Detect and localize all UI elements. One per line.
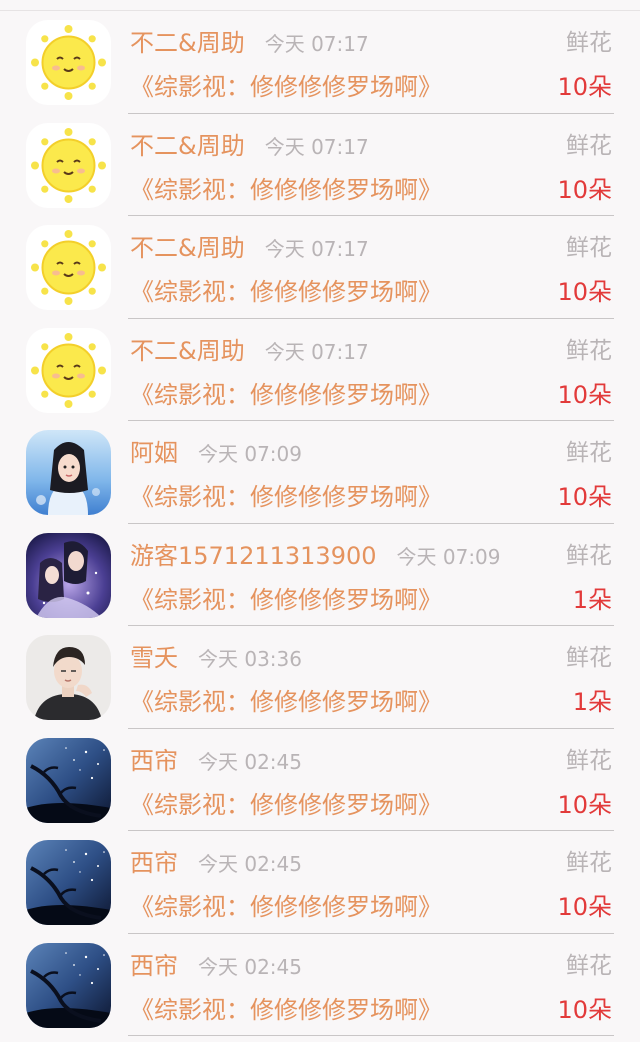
timestamp: 今天 03:36	[198, 647, 302, 671]
gift-type-label: 鲜花	[566, 952, 612, 979]
sun-avatar[interactable]	[26, 20, 111, 105]
book-title-link[interactable]: 《综影视：修修修修罗场啊》	[130, 174, 442, 206]
user-name[interactable]: 阿姻	[130, 437, 178, 469]
timestamp: 今天 07:17	[264, 134, 369, 159]
list-item[interactable]: 西帘 今天 02:45 鲜花《综影视：修修修修罗场啊》 10朵	[0, 729, 640, 831]
user-name[interactable]: 游客1571211313900	[130, 540, 377, 572]
book-title-link[interactable]: 《综影视：修修修修罗场啊》	[130, 994, 442, 1026]
user-name[interactable]: 不二&周助	[130, 335, 245, 367]
flower-record-list: 不二&周助 今天 07:17 鲜花 《综影视：修修修修罗场啊》 10朵 不二&周助 今天 …	[0, 11, 640, 1036]
man-avatar[interactable]	[26, 635, 111, 720]
gift-type-label: 鲜花	[566, 850, 612, 876]
night-sky-avatar[interactable]	[26, 840, 111, 925]
sun-avatar[interactable]	[26, 122, 111, 208]
night-sky-avatar[interactable]	[26, 737, 111, 823]
gift-type-label: 鲜花	[566, 235, 612, 261]
gift-type-label: 鲜花	[566, 747, 612, 774]
sun-avatar[interactable]	[26, 225, 111, 310]
user-name[interactable]: 不二&周助	[130, 232, 245, 264]
gift-type-label: 鲜花	[566, 132, 612, 159]
book-title-link[interactable]: 《综影视：修修修修罗场啊》	[130, 379, 442, 411]
list-item[interactable]: 不二&周助 今天 07:17 鲜花《综影视：修修修修罗场啊》 10朵	[0, 216, 640, 319]
flower-count: 10朵	[557, 175, 612, 204]
book-title-link[interactable]: 《综影视：修修修修罗场啊》	[130, 276, 442, 308]
timestamp: 今天 07:09	[198, 442, 302, 466]
timestamp: 今天 02:45	[198, 954, 302, 979]
book-title-link[interactable]: 《综影视：修修修修罗场啊》	[130, 584, 442, 616]
user-name[interactable]: 不二&周助	[130, 27, 245, 59]
timestamp: 今天 07:09	[396, 544, 501, 569]
flower-count: 10朵	[557, 483, 612, 511]
gift-type-label: 鲜花	[566, 30, 612, 56]
list-item[interactable]: 阿姻 今天 07:09 鲜花《综影视：修修修修罗场啊》 10朵	[0, 421, 640, 524]
book-title-link[interactable]: 《综影视：修修修修罗场啊》	[130, 789, 442, 821]
list-item[interactable]: 不二&周助 今天 07:17 鲜花《综影视：修修修修罗场啊》 10朵	[0, 11, 640, 114]
book-title-link[interactable]: 《综影视：修修修修罗场啊》	[130, 71, 442, 103]
user-name[interactable]: 西帘	[130, 745, 178, 777]
timestamp: 今天 07:17	[264, 237, 369, 261]
timestamp: 今天 02:45	[198, 852, 302, 876]
flower-count: 1朵	[572, 585, 612, 614]
book-title-link[interactable]: 《综影视：修修修修罗场啊》	[130, 686, 442, 718]
row-divider	[128, 1035, 614, 1036]
list-item[interactable]: 不二&周助 今天 07:17 鲜花《综影视：修修修修罗场啊》 10朵	[0, 114, 640, 216]
night-sky-avatar[interactable]	[26, 942, 111, 1028]
timestamp: 今天 07:17	[264, 32, 369, 56]
list-item[interactable]: 不二&周助 今天 07:17 鲜花《综影视：修修修修罗场啊》 10朵	[0, 319, 640, 421]
sun-avatar[interactable]	[26, 327, 111, 413]
book-title-link[interactable]: 《综影视：修修修修罗场啊》	[130, 481, 442, 513]
user-name[interactable]: 西帘	[130, 950, 178, 982]
flower-count: 10朵	[557, 995, 612, 1024]
gift-type-label: 鲜花	[566, 337, 612, 364]
flower-count: 10朵	[557, 380, 612, 409]
gift-type-label: 鲜花	[566, 645, 612, 671]
girl-avatar[interactable]	[26, 430, 111, 515]
timestamp: 今天 02:45	[198, 749, 302, 774]
flower-count: 10朵	[557, 73, 612, 101]
flower-count: 10朵	[557, 790, 612, 819]
couple-avatar[interactable]	[26, 532, 111, 618]
book-title-link[interactable]: 《综影视：修修修修罗场啊》	[130, 891, 442, 923]
flower-count: 10朵	[557, 278, 612, 306]
user-name[interactable]: 不二&周助	[130, 130, 245, 162]
user-name[interactable]: 西帘	[130, 847, 178, 879]
list-item[interactable]: 游客1571211313900 今天 07:09 鲜花《综影视：修修修修罗场啊》 1朵	[0, 524, 640, 626]
user-name[interactable]: 雪夭	[130, 642, 178, 674]
gift-type-label: 鲜花	[566, 542, 612, 569]
list-item[interactable]: 西帘 今天 02:45 鲜花《综影视：修修修修罗场啊》 10朵	[0, 831, 640, 934]
list-item[interactable]: 西帘 今天 02:45 鲜花《综影视：修修修修罗场啊》 10朵	[0, 934, 640, 1036]
flower-count: 1朵	[572, 688, 612, 716]
list-item[interactable]: 雪夭 今天 03:36 鲜花《综影视：修修修修罗场啊》 1朵	[0, 626, 640, 729]
flower-count: 10朵	[557, 893, 612, 921]
gift-type-label: 鲜花	[566, 440, 612, 466]
timestamp: 今天 07:17	[264, 339, 369, 364]
